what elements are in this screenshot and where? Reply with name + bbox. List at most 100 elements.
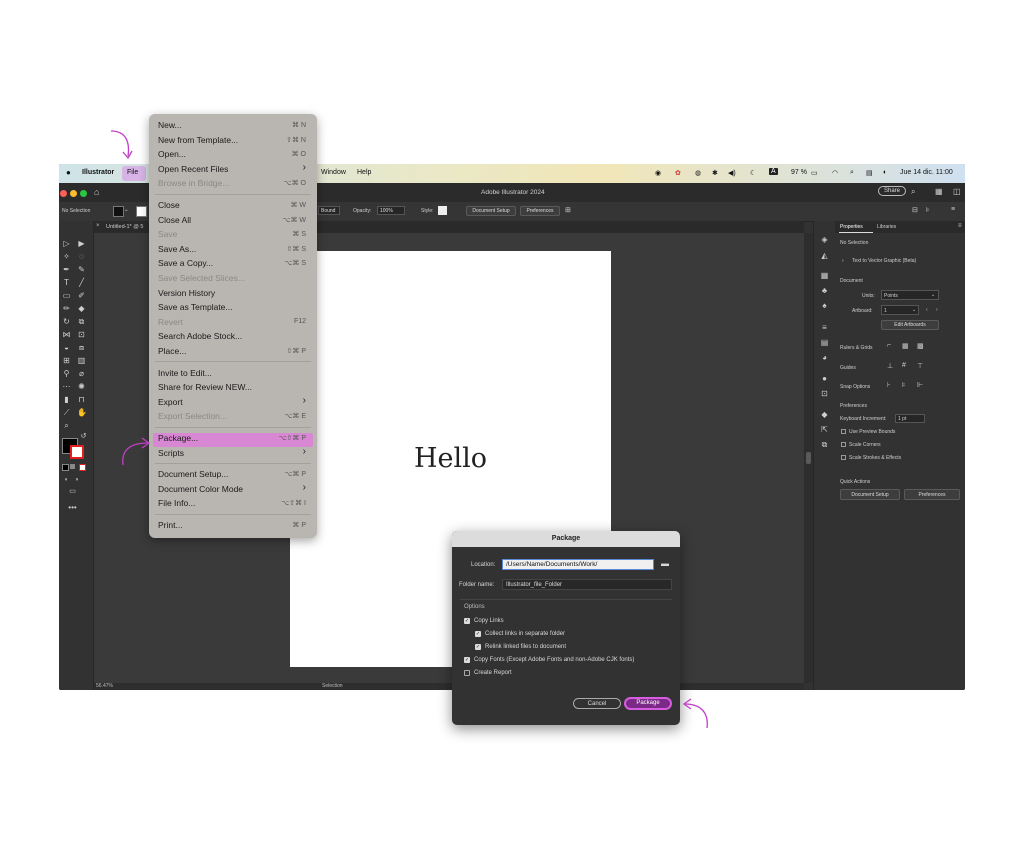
align-icon[interactable]: ⊟ [912,206,918,214]
chevron-right-icon[interactable]: › [842,258,844,264]
color-mode-icon[interactable] [62,464,69,471]
location-input[interactable]: /Users/Name/Documents/Work/ [502,559,654,570]
stroke-panel-icon[interactable]: ≡ [820,323,829,332]
column-graph-icon[interactable]: ▮ [62,395,71,404]
vertical-scrollbar[interactable] [804,233,813,683]
panel-menu-icon[interactable]: ≡ [958,223,962,229]
file-menu-item-search-adobe-stock[interactable]: Search Adobe Stock... [149,329,317,343]
file-menu-item-save-as[interactable]: Save As... ⇧⌘ S [149,242,317,256]
file-menu-item-document-setup[interactable]: Document Setup... ⌥⌘ P [149,467,317,481]
zoom-window-button[interactable] [80,190,87,197]
selection-tool-icon[interactable]: ▷ [62,239,71,248]
document-setup-button[interactable]: Document Setup [466,206,516,216]
width-tool-icon[interactable]: ⋈ [62,330,71,339]
direct-selection-tool-icon[interactable]: ▶ [77,239,86,248]
document-tab[interactable]: Untitled-1* @ 5 [106,224,143,230]
slice-tool-icon[interactable]: ⟋ [62,408,71,417]
gradient-tool-icon[interactable]: ▥ [77,356,86,365]
folder-icon[interactable]: ▬ [661,559,669,568]
arrange-icon[interactable]: ⊞ [565,206,571,214]
file-menu-item-print[interactable]: Print... ⌘ P [149,518,317,532]
show-guides-icon[interactable]: ⊥ [887,362,893,370]
file-menu-item-close[interactable]: Close ⌘ W [149,198,317,212]
mesh-tool-icon[interactable]: ⊞ [62,356,71,365]
edit-artboards-button[interactable]: Edit Artboards [881,320,939,330]
transparency-icon[interactable]: ◕ [820,353,829,362]
search-icon[interactable]: ⌕ [850,169,854,177]
minimize-window-button[interactable] [70,190,77,197]
chevron-down-icon[interactable]: ⌄ [912,307,916,313]
color-panel-icon[interactable]: ◈ [820,235,829,244]
rulers-icon[interactable]: ⌐ [887,342,891,349]
moon-icon[interactable]: ☾ [750,169,756,177]
smart-guides-icon[interactable]: # [902,362,906,369]
paintbrush-icon[interactable]: ✐ [77,291,86,300]
preferences-panel-button[interactable]: Preferences [904,489,960,500]
fill-swatch[interactable] [113,206,124,217]
file-menu-item-place[interactable]: Place... ⇧⌘ P [149,344,317,358]
tab-libraries[interactable]: Libraries [877,224,896,230]
file-menu-item-export[interactable]: Export › [149,395,317,409]
collect-links-checkbox[interactable]: ✓ [475,631,481,637]
rectangle-tool-icon[interactable]: ▭ [62,291,71,300]
chevron-down-icon[interactable]: ⌄ [931,292,935,298]
lasso-icon[interactable]: ◌ [77,252,86,261]
file-menu-item-version-history[interactable]: Version History [149,286,317,300]
color-guide-icon[interactable]: ◭ [820,251,829,260]
search-icon[interactable]: ⌕ [911,187,915,197]
asset-export-icon[interactable]: ⇱ [820,425,829,434]
close-window-button[interactable] [60,190,67,197]
scale-tool-icon[interactable]: ⧉ [77,317,86,326]
create-report-checkbox[interactable] [464,670,470,676]
file-menu-item-close-all[interactable]: Close All ⌥⌘ W [149,213,317,227]
menu-help[interactable]: Help [357,169,371,176]
eraser-icon[interactable]: ◆ [77,304,86,313]
status-icon[interactable]: ◍ [695,169,701,177]
tab-properties[interactable]: Properties [840,224,863,230]
preferences-button[interactable]: Preferences [520,206,560,216]
stroke-color-icon[interactable] [70,445,84,459]
none-mode-icon[interactable] [79,464,86,471]
swatches-icon[interactable]: ▦ [820,271,829,280]
shaper-tool-icon[interactable]: ✏ [62,304,71,313]
gradient-mode-icon[interactable] [70,464,75,469]
snap-pixel-icon[interactable]: ⊧ [902,381,906,389]
file-menu-item-share-for-review-new[interactable]: Share for Review NEW... [149,380,317,394]
zoom-level[interactable]: 56.47% [96,683,113,689]
artboards-panel-icon[interactable]: ⧉ [820,440,829,449]
artboard-tool-icon[interactable]: ⊓ [77,395,86,404]
style-swatch[interactable] [438,206,447,215]
distribute-icon[interactable]: ⊧ [926,206,930,214]
use-preview-bounds-checkbox[interactable] [841,429,846,434]
stroke-swatch[interactable] [136,206,147,217]
relink-checkbox[interactable]: ✓ [475,644,481,650]
home-icon[interactable]: ⌂ [94,187,99,197]
cancel-button[interactable]: Cancel [573,698,621,709]
scrollbar-thumb[interactable] [806,452,811,464]
file-menu-item-scripts[interactable]: Scripts › [149,446,317,460]
more-tools-icon[interactable]: ••• [68,503,77,512]
draw-behind-icon[interactable]: ◑ [72,476,81,485]
control-center-icon[interactable]: ▤ [866,169,873,177]
copy-links-checkbox[interactable]: ✓ [464,618,470,624]
type-tool-icon[interactable]: T [62,278,71,287]
opacity-field[interactable]: 100% [377,206,405,215]
file-menu-item-invite-to-edit[interactable]: Invite to Edit... [149,366,317,380]
folder-name-input[interactable]: Illustrator_file_Folder [502,579,672,590]
volume-icon[interactable]: ◀) [728,169,736,177]
file-menu-item-save-a-copy[interactable]: Save a Copy... ⌥⌘ S [149,256,317,270]
zoom-tool-icon[interactable]: ⌕ [62,421,71,430]
free-transform-icon[interactable]: ⊡ [77,330,86,339]
file-menu-item-package[interactable]: Package... ⌥⇧⌘ P [149,431,317,445]
gradient-panel-icon[interactable]: ▤ [820,338,829,347]
screen-mode-icon[interactable]: ▭ [68,487,77,496]
appearance-icon[interactable]: ● [820,374,829,383]
panel-layout-icon[interactable]: ◫ [953,187,961,196]
curvature-tool-icon[interactable]: ✎ [77,265,86,274]
scale-corners-checkbox[interactable] [841,442,846,447]
measure-icon[interactable]: ⌀ [77,369,86,378]
eyedropper-icon[interactable]: ⚲ [62,369,71,378]
text-to-vector-label[interactable]: Text to Vector Graphic (Beta) [852,258,916,264]
file-menu-item-new[interactable]: New... ⌘ N [149,118,317,132]
swap-colors-icon[interactable]: ↺ [79,432,88,441]
